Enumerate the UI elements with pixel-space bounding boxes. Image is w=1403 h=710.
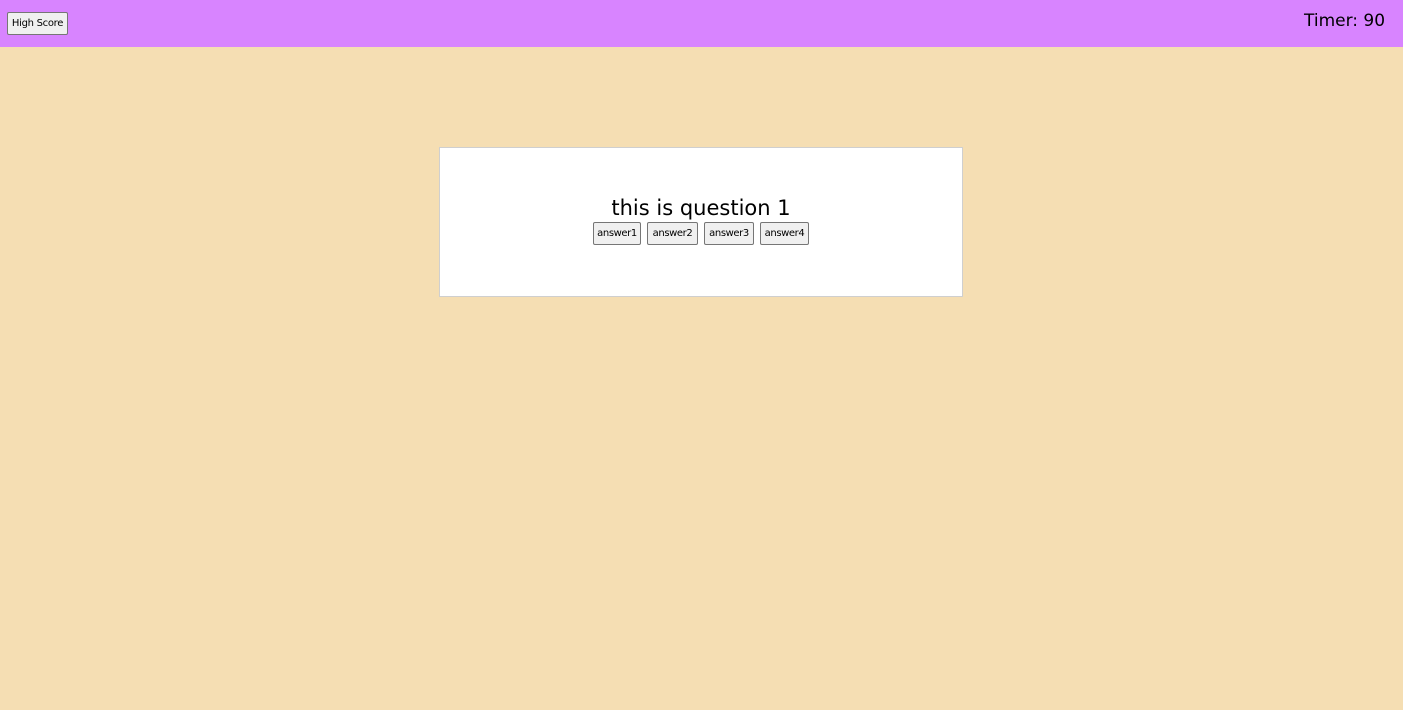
answer-button-2[interactable]: answer2	[647, 222, 698, 245]
high-score-button[interactable]: High Score	[7, 12, 68, 35]
answer-button-3[interactable]: answer3	[704, 222, 754, 245]
question-text: this is question 1	[611, 196, 791, 220]
answer-button-1[interactable]: answer1	[593, 222, 641, 245]
answer-button-4[interactable]: answer4	[760, 222, 809, 245]
question-card: this is question 1 answer1 answer2 answe…	[439, 147, 963, 297]
top-bar: High Score Timer: 90	[0, 0, 1403, 47]
timer-display: Timer: 90	[1304, 11, 1386, 31]
